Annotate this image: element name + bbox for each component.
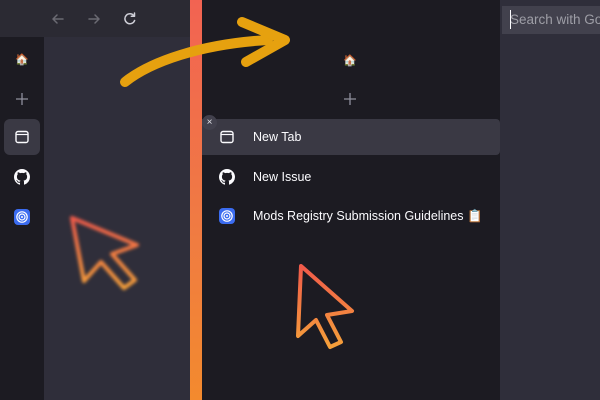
mouse-cursor-icon [70, 216, 139, 290]
annotation-overlay [70, 17, 354, 349]
mouse-cursor-icon [296, 264, 354, 349]
hand-drawn-arrow-icon [120, 17, 290, 87]
